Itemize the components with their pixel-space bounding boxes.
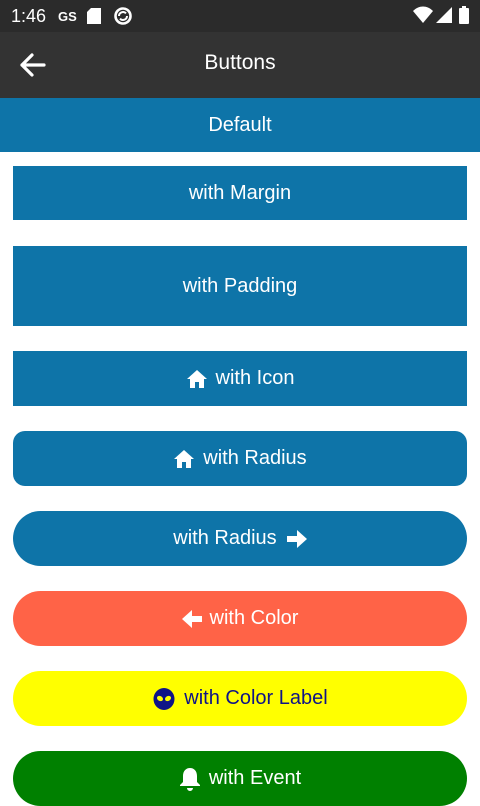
color-label-button-label: with Color Label bbox=[184, 687, 328, 709]
arrow-left-icon bbox=[181, 609, 202, 628]
radius-button[interactable]: with Radius bbox=[13, 431, 467, 486]
margin-button-label: with Margin bbox=[188, 181, 292, 204]
wifi-icon bbox=[413, 6, 433, 29]
bell-icon bbox=[179, 767, 201, 791]
default-button[interactable]: Default bbox=[0, 98, 480, 152]
icon-button-label: with Icon bbox=[215, 367, 295, 389]
alien-icon bbox=[152, 687, 176, 711]
default-button-label: Default bbox=[208, 113, 272, 136]
page-title: Buttons bbox=[204, 51, 276, 74]
battery-icon bbox=[459, 6, 469, 29]
padding-button-label: with Padding bbox=[182, 274, 298, 297]
radius-pill-button[interactable]: with Radius bbox=[13, 511, 467, 566]
sd-card-icon bbox=[87, 8, 101, 29]
margin-button[interactable]: with Margin bbox=[13, 166, 467, 220]
home-icon bbox=[173, 449, 195, 469]
status-bar: 1:46 GS bbox=[0, 0, 480, 32]
color-button[interactable]: with Color bbox=[13, 591, 467, 646]
signal-icon bbox=[436, 7, 452, 28]
radius-pill-button-label: with Radius bbox=[173, 527, 277, 549]
color-label-button[interactable]: with Color Label bbox=[13, 671, 467, 726]
carrier-badge: GS bbox=[58, 9, 77, 24]
radius-button-label: with Radius bbox=[203, 447, 307, 469]
app-toolbar: Buttons bbox=[0, 32, 480, 98]
status-time: 1:46 bbox=[11, 6, 47, 26]
event-button-label: with Event bbox=[208, 767, 302, 789]
home-icon bbox=[186, 369, 208, 389]
sync-icon bbox=[113, 6, 133, 31]
icon-button[interactable]: with Icon bbox=[13, 351, 467, 406]
arrow-right-icon bbox=[286, 529, 307, 548]
event-button[interactable]: with Event bbox=[13, 751, 467, 806]
color-button-label: with Color bbox=[209, 607, 299, 629]
padding-button[interactable]: with Padding bbox=[13, 246, 467, 326]
